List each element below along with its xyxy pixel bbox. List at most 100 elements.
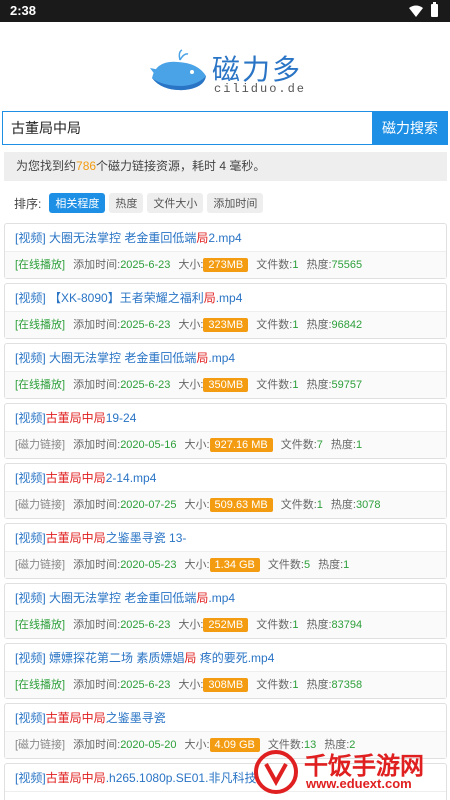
logo-subtitle: ciliduo.de bbox=[214, 82, 307, 96]
result-files: 1 bbox=[292, 259, 299, 271]
result-type-link[interactable]: [磁力链接] bbox=[15, 499, 65, 511]
result-date: 2020-05-23 bbox=[120, 559, 177, 571]
result-title-pre: [视频] bbox=[15, 711, 46, 725]
result-type-link[interactable]: [在线播放] bbox=[15, 379, 65, 391]
result-title[interactable]: [视频]古董局中局之鉴墨寻瓷 bbox=[5, 704, 446, 732]
result-card[interactable]: [视频]古董局中局19-24 [磁力链接] 添加时间:2020-05-16 大小: 92… bbox=[4, 403, 447, 459]
search-bar: 磁力搜索 bbox=[2, 111, 448, 145]
result-title-post: 之鉴墨寻瓷 13- bbox=[105, 531, 187, 545]
watermark-logo-icon bbox=[254, 750, 298, 794]
status-time: 2:38 bbox=[10, 3, 37, 18]
result-title-pre: [视频] bbox=[15, 771, 46, 785]
result-meta: [在线播放] 添加时间:2025-6-23 大小: 273MB 文件数:1 热度:7556… bbox=[5, 252, 446, 278]
result-files: 5 bbox=[303, 559, 311, 571]
result-title[interactable]: [视频] 大圈无法掌控 老金重回低端局.mp4 bbox=[5, 584, 446, 612]
result-title-pre: [视频] 【XK-8090】王者荣耀之福利 bbox=[15, 291, 204, 305]
result-size-badge: 252MB bbox=[203, 618, 249, 632]
heat-label: 热度: bbox=[330, 499, 356, 511]
size-label: 大小: bbox=[184, 439, 210, 451]
result-meta: [在线播放] 添加时间:2025-6-23 大小: 350MB 文件数:1 热度:5975… bbox=[5, 372, 446, 398]
result-card[interactable]: [视频] 大圈无法掌控 老金重回低端局.mp4 [在线播放] 添加时间:2025-6… bbox=[4, 583, 447, 639]
result-title-highlight: 古董局中局 bbox=[45, 711, 106, 725]
heat-label: 热度: bbox=[306, 319, 332, 331]
result-title-pre: [视频] bbox=[15, 471, 46, 485]
sort-option-heat[interactable]: 热度 bbox=[109, 193, 144, 213]
result-date: 2025-6-23 bbox=[120, 319, 171, 331]
result-type-link[interactable]: [在线播放] bbox=[15, 259, 65, 271]
result-title[interactable]: [视频]古董局中局19-24 bbox=[5, 404, 446, 432]
added-label: 添加时间: bbox=[73, 739, 121, 751]
size-label: 大小: bbox=[178, 259, 204, 271]
result-title[interactable]: [视频] 嫖嫖探花第二场 素质嫖娼局 疼的要死.mp4 bbox=[5, 644, 446, 672]
result-files: 7 bbox=[316, 439, 323, 451]
whale-logo-icon bbox=[150, 49, 206, 91]
result-date: 2025-6-23 bbox=[120, 259, 171, 271]
size-label: 大小: bbox=[178, 619, 204, 631]
result-title-pre: [视频] 大圈无法掌控 老金重回低端 bbox=[15, 591, 197, 605]
added-label: 添加时间: bbox=[73, 499, 121, 511]
result-title-pre: [视频] 大圈无法掌控 老金重回低端 bbox=[15, 351, 197, 365]
result-title-post: 2.mp4 bbox=[208, 231, 242, 245]
heat-label: 热度: bbox=[318, 559, 344, 571]
result-meta: [磁力链接] 添加时间:2020-05-16 大小: 927.16 MB 文件数:7 热度… bbox=[5, 432, 446, 458]
result-title[interactable]: [视频]古董局中局2-14.mp4 bbox=[5, 464, 446, 492]
files-label: 文件数: bbox=[256, 619, 293, 631]
sort-option-date[interactable]: 添加时间 bbox=[207, 193, 264, 213]
result-card[interactable]: [视频] 大圈无法掌控 老金重回低端局.mp4 [在线播放] 添加时间:2025-6… bbox=[4, 343, 447, 399]
result-title[interactable]: [视频]古董局中局之鉴墨寻瓷 13- bbox=[5, 524, 446, 552]
result-title-highlight: 古董局中局 bbox=[45, 411, 106, 425]
result-card[interactable]: [视频] 嫖嫖探花第二场 素质嫖娼局 疼的要死.mp4 [在线播放] 添加时间:20… bbox=[4, 643, 447, 699]
result-title-post: 疼的要死.mp4 bbox=[196, 651, 275, 665]
result-title[interactable]: [视频] 大圈无法掌控 老金重回低端局2.mp4 bbox=[5, 224, 446, 252]
result-date: 2020-05-16 bbox=[120, 439, 177, 451]
result-summary: 为您找到约786个磁力链接资源，耗时 4 毫秒。 bbox=[4, 152, 447, 181]
sort-label: 排序: bbox=[14, 196, 42, 211]
added-label: 添加时间: bbox=[73, 439, 121, 451]
result-card[interactable]: [视频]古董局中局之鉴墨寻瓷 13- [磁力链接] 添加时间:2020-05-23 大… bbox=[4, 523, 447, 579]
result-title-pre: [视频] 大圈无法掌控 老金重回低端 bbox=[15, 231, 197, 245]
result-date: 2025-6-23 bbox=[120, 379, 171, 391]
site-logo[interactable]: 磁力多 ciliduo.de bbox=[148, 44, 308, 100]
search-input[interactable] bbox=[2, 111, 372, 145]
result-title-pre: [视频] bbox=[15, 531, 46, 545]
result-card[interactable]: [视频] 【XK-8090】王者荣耀之福利局.mp4 [在线播放] 添加时间:202… bbox=[4, 283, 447, 339]
result-type-link[interactable]: [在线播放] bbox=[15, 319, 65, 331]
search-button[interactable]: 磁力搜索 bbox=[372, 111, 448, 145]
result-title[interactable]: [视频] 大圈无法掌控 老金重回低端局.mp4 bbox=[5, 344, 446, 372]
result-title-highlight: 古董局中局 bbox=[45, 531, 106, 545]
sort-option-size[interactable]: 文件大小 bbox=[147, 193, 204, 213]
added-label: 添加时间: bbox=[73, 619, 121, 631]
files-label: 文件数: bbox=[267, 559, 304, 571]
files-label: 文件数: bbox=[256, 379, 293, 391]
result-title[interactable]: [视频] 【XK-8090】王者荣耀之福利局.mp4 bbox=[5, 284, 446, 312]
result-type-link[interactable]: [在线播放] bbox=[15, 679, 65, 691]
result-title-highlight: 局 bbox=[184, 651, 197, 665]
watermark-url: www.eduext.com bbox=[306, 776, 412, 791]
result-card[interactable]: [视频]古董局中局2-14.mp4 [磁力链接] 添加时间:2020-07-25 大小… bbox=[4, 463, 447, 519]
result-type-link[interactable]: [磁力链接] bbox=[15, 439, 65, 451]
result-heat: 3078 bbox=[355, 499, 381, 511]
added-label: 添加时间: bbox=[73, 379, 121, 391]
files-label: 文件数: bbox=[256, 259, 293, 271]
result-meta: [磁力链接] 添加时间:2020-05-23 大小: 1.34 GB 文件数:5 热度:1 bbox=[5, 552, 446, 578]
result-date: 2025-6-23 bbox=[120, 679, 171, 691]
result-title-pre: [视频] 嫖嫖探花第二场 素质嫖娼 bbox=[15, 651, 185, 665]
result-type-link[interactable]: [在线播放] bbox=[15, 619, 65, 631]
result-heat: 75565 bbox=[331, 259, 363, 271]
result-files: 1 bbox=[316, 499, 323, 511]
result-type-link[interactable]: [磁力链接] bbox=[15, 739, 65, 751]
sort-option-relevance[interactable]: 相关程度 bbox=[49, 193, 106, 213]
result-files: 1 bbox=[292, 379, 299, 391]
result-title-post: .mp4 bbox=[208, 591, 236, 605]
result-title-post: 2-14.mp4 bbox=[105, 471, 157, 485]
result-summary-suffix: 个磁力链接资源，耗时 4 毫秒。 bbox=[96, 159, 266, 173]
result-title-highlight: 局 bbox=[196, 231, 209, 245]
result-type-link[interactable]: [磁力链接] bbox=[15, 559, 65, 571]
added-label: 添加时间: bbox=[73, 559, 121, 571]
result-title-post: .mp4 bbox=[208, 351, 236, 365]
result-size-badge: 1.34 GB bbox=[209, 558, 260, 572]
result-card[interactable]: [视频] 大圈无法掌控 老金重回低端局2.mp4 [在线播放] 添加时间:2025-… bbox=[4, 223, 447, 279]
result-size-badge: 323MB bbox=[203, 318, 249, 332]
wifi-icon bbox=[409, 5, 423, 17]
added-label: 添加时间: bbox=[73, 259, 121, 271]
